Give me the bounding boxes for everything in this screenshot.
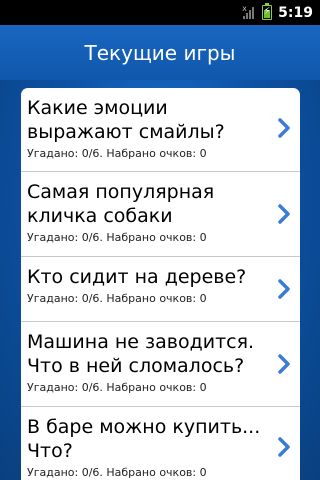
item-score: Угадано: 0/6. Набрано очков: 0 xyxy=(27,292,207,305)
chevron-right-icon xyxy=(278,204,290,224)
list-item[interactable]: В баре можно купить... Что? Угадано: 0/6… xyxy=(21,407,300,480)
item-title: Кто сидит на дереве? xyxy=(27,266,247,288)
list-item[interactable]: Кто сидит на дереве? Угадано: 0/6. Набра… xyxy=(21,257,300,322)
list-item[interactable]: Машина не заводится. Что в ней сломалось… xyxy=(21,322,300,407)
page-title: Текущие игры xyxy=(84,40,236,65)
item-score: Угадано: 0/6. Набрано очков: 0 xyxy=(27,466,207,479)
chevron-right-icon xyxy=(278,437,290,457)
signal-icon: x xyxy=(242,4,256,20)
list-item[interactable]: Самая популярная кличка собаки Угадано: … xyxy=(21,172,300,257)
clock: 5:19 xyxy=(278,4,313,21)
item-title: Машина не заводится. Что в ней сломалось… xyxy=(27,331,255,377)
battery-icon: ⚡ xyxy=(262,3,273,20)
chevron-right-icon xyxy=(278,279,290,299)
games-list: Какие эмоции выражают смайлы? Угадано: 0… xyxy=(21,88,300,480)
list-item[interactable]: Какие эмоции выражают смайлы? Угадано: 0… xyxy=(21,88,300,172)
item-score: Угадано: 0/6. Набрано очков: 0 xyxy=(27,231,207,244)
item-title: В баре можно купить... Что? xyxy=(27,416,261,462)
chevron-right-icon xyxy=(278,354,290,374)
status-bar: x ⚡ 5:19 xyxy=(0,0,320,25)
item-score: Угадано: 0/6. Набрано очков: 0 xyxy=(27,381,207,394)
title-bar: Текущие игры xyxy=(0,25,320,80)
item-title: Самая популярная кличка собаки xyxy=(27,181,215,227)
item-score: Угадано: 0/6. Набрано очков: 0 xyxy=(27,147,207,160)
item-title: Какие эмоции выражают смайлы? xyxy=(27,97,225,143)
chevron-right-icon xyxy=(278,118,290,138)
